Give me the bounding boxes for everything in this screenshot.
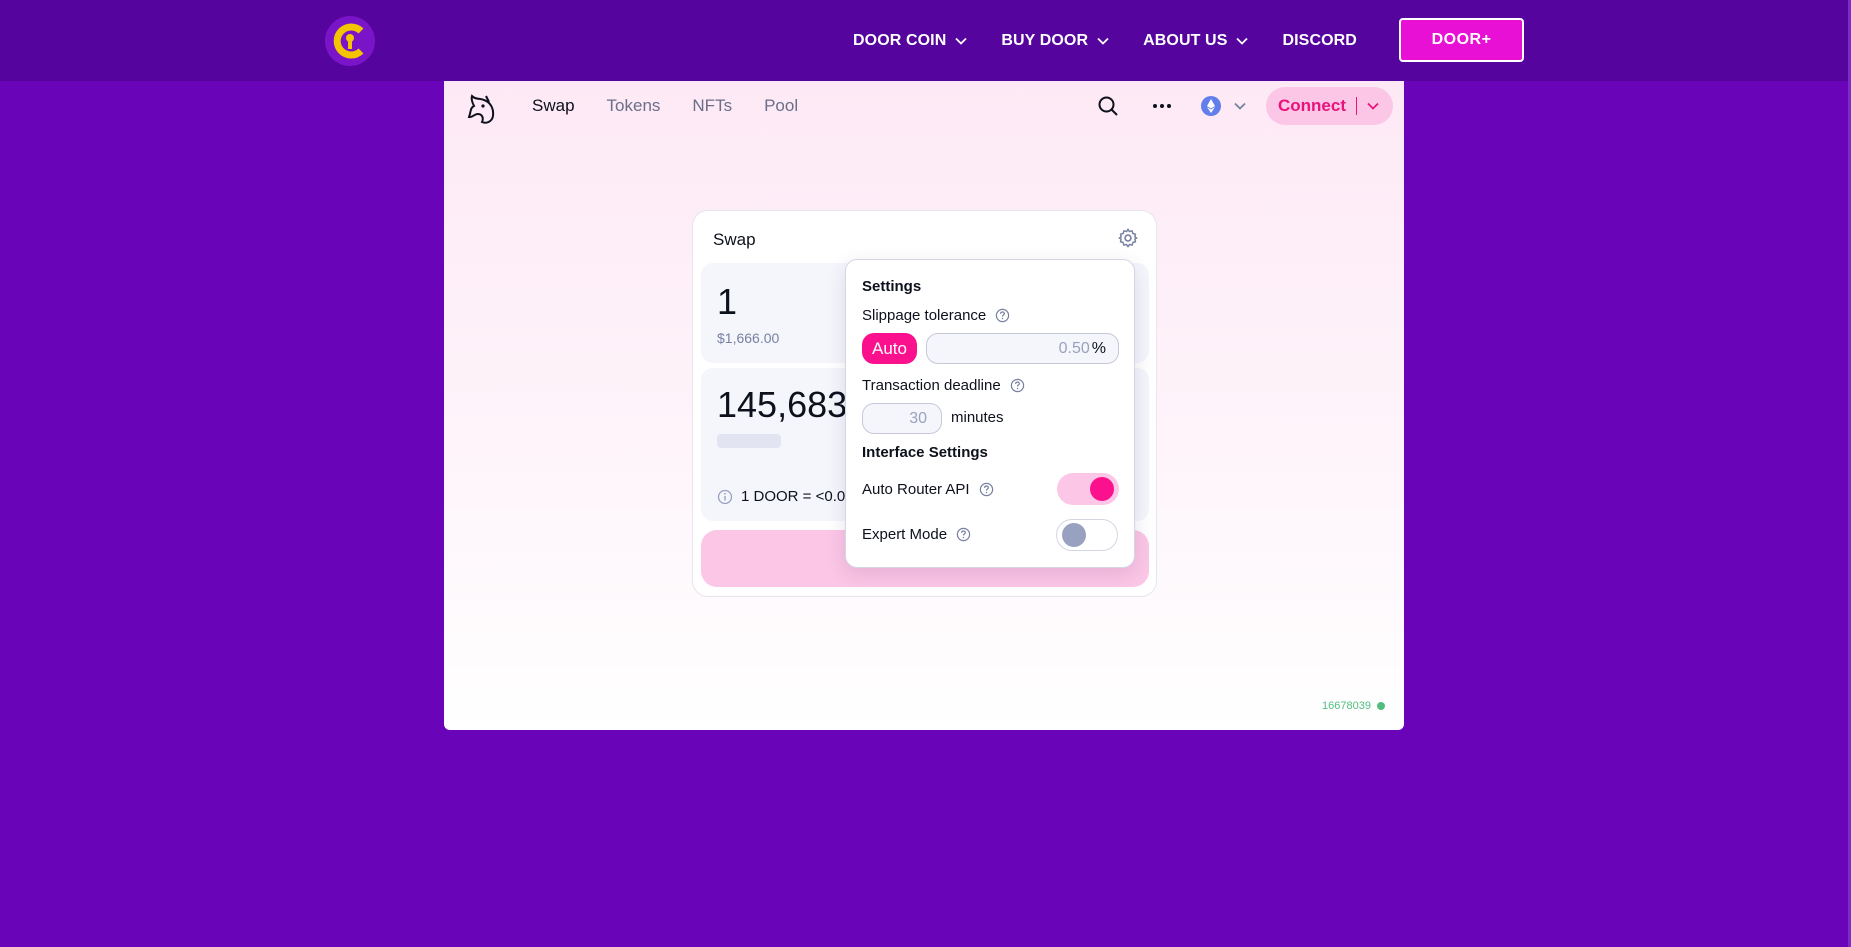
door-plus-button[interactable]: DOOR+ [1399,18,1524,62]
output-usd-loading [717,434,781,448]
tab-swap[interactable]: Swap [532,96,575,116]
expert-mode-label-row: Expert Mode [862,526,971,543]
deadline-input[interactable]: 30 [862,403,942,434]
door-logo-icon [333,23,364,59]
nav-door-coin[interactable]: DOOR COIN [853,32,967,50]
connect-divider [1356,97,1357,115]
tab-tokens[interactable]: Tokens [607,96,661,116]
settings-title: Settings [862,278,922,295]
uniswap-logo-icon[interactable] [466,92,498,126]
deadline-label-row: Transaction deadline [862,377,1025,394]
slippage-auto-button[interactable]: Auto [862,333,917,364]
help-icon[interactable] [979,482,994,497]
chevron-down-icon [1367,102,1379,110]
toggle-knob [1090,477,1114,501]
chevron-down-icon [1097,37,1109,45]
auto-router-label-row: Auto Router API [862,481,994,498]
site-nav: DOOR COIN BUY DOOR ABOUT US DISCORD [853,0,1391,81]
tab-pool[interactable]: Pool [764,96,798,116]
block-number-text: 16678039 [1322,700,1371,712]
status-dot [1376,702,1385,710]
search-icon[interactable] [1096,94,1120,118]
slippage-unit: % [1091,339,1106,357]
auto-router-label: Auto Router API [862,481,970,498]
chevron-down-icon [1234,102,1246,110]
gear-icon[interactable] [1117,227,1139,249]
site-header: DOOR COIN BUY DOOR ABOUT US DISCORD DOOR… [0,0,1851,81]
deadline-unit: minutes [951,409,1004,426]
nav-about-us-label: ABOUT US [1143,31,1228,49]
nav-door-coin-label: DOOR COIN [853,31,947,49]
slippage-label-row: Slippage tolerance [862,307,1010,324]
nav-about-us[interactable]: ABOUT US [1143,31,1249,50]
help-icon[interactable] [956,527,971,542]
expert-mode-label: Expert Mode [862,526,948,543]
input-usd-value: $1,666.00 [717,330,780,346]
network-selector[interactable] [1197,94,1249,118]
nav-buy-door[interactable]: BUY DOOR [1001,32,1109,50]
input-amount[interactable]: 1 [717,281,737,323]
expert-mode-toggle[interactable] [1056,519,1118,551]
exchange-rate[interactable]: 1 DOOR = <0.00 [717,488,854,505]
swap-card-title: Swap [713,230,756,249]
connect-button[interactable]: Connect [1266,87,1393,125]
slippage-placeholder: 0.50 [1058,339,1090,357]
nav-buy-door-label: BUY DOOR [1001,31,1089,49]
ethereum-icon [1201,96,1221,116]
slippage-label: Slippage tolerance [862,307,987,324]
slippage-input[interactable]: 0.50 % [926,333,1119,364]
chevron-down-icon [955,37,967,45]
connect-label: Connect [1278,96,1346,115]
toggle-knob [1062,523,1086,547]
door-logo[interactable] [325,16,375,66]
exchange-rate-text: 1 DOOR = <0.00 [741,488,854,505]
nav-discord-label: DISCORD [1282,31,1357,49]
info-icon [717,489,733,504]
nav-discord[interactable]: DISCORD [1282,32,1356,50]
chevron-down-icon [1236,37,1249,45]
output-amount[interactable]: 145,683 [717,384,847,426]
auto-router-toggle[interactable] [1057,473,1119,505]
tab-nfts[interactable]: NFTs [692,96,732,116]
help-icon[interactable] [1010,378,1025,393]
block-number[interactable]: 16678039 [1322,700,1385,712]
help-icon[interactable] [995,308,1010,323]
more-icon[interactable] [1150,94,1174,118]
deadline-label: Transaction deadline [862,377,1001,394]
app-tabs: Swap Tokens NFTs Pool [532,81,830,131]
interface-settings-title: Interface Settings [862,444,988,461]
settings-popover: Settings Slippage tolerance Auto 0.50 % … [845,259,1135,568]
